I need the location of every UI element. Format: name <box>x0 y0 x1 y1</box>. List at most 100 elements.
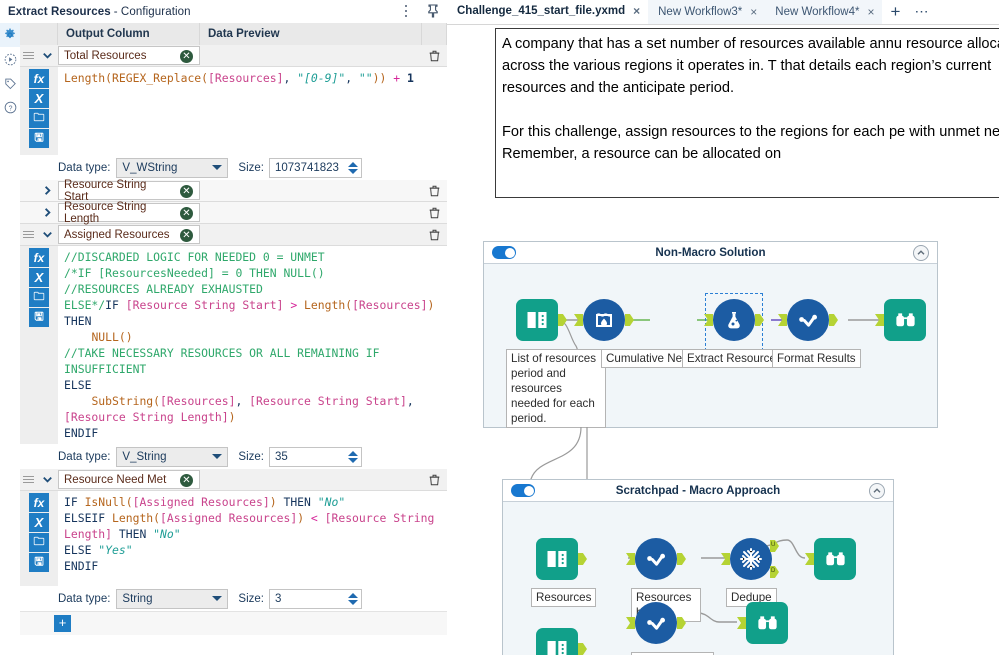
clear-field-icon[interactable]: ✕ <box>180 50 193 63</box>
tool-label-extract-resources[interactable]: Extract Resources <box>682 349 787 368</box>
tool-label-resources[interactable]: Resources <box>531 588 596 607</box>
drag-handle-icon[interactable] <box>20 469 36 491</box>
tool-container-non-macro[interactable]: Non-Macro Solution <box>483 241 938 428</box>
tool-node-region-period[interactable] <box>635 602 677 644</box>
vertical-dots-icon[interactable] <box>399 3 413 19</box>
data-type-select[interactable]: V_WString <box>116 158 228 178</box>
delete-field-icon[interactable] <box>421 45 447 67</box>
new-tab-button[interactable]: + <box>882 0 908 24</box>
tool-node-browse-top[interactable] <box>814 538 856 580</box>
expression-text[interactable]: IF IsNull([Assigned Resources]) THEN "No… <box>58 491 447 586</box>
size-stepper[interactable] <box>345 447 361 467</box>
size-stepper[interactable] <box>345 158 361 178</box>
size-stepper[interactable] <box>345 589 361 609</box>
x-variable-icon[interactable]: X <box>29 513 49 532</box>
expression-editor[interactable]: fxX🗀🖫 //DISCARDED LOGIC FOR NEEDED 0 = UN… <box>20 246 447 444</box>
select-icon <box>787 299 829 341</box>
delete-field-icon[interactable] <box>421 224 447 246</box>
expression-editor[interactable]: fxX🗀🖫 Length(REGEX_Replace([Resources], "… <box>20 67 447 155</box>
field-name-input[interactable]: Resource String Length✕ <box>58 203 200 222</box>
data-type-select[interactable]: V_String <box>116 447 228 467</box>
size-input[interactable]: 3 <box>269 589 362 609</box>
tool-node-format-results[interactable] <box>787 299 829 341</box>
expression-token: [Resource String Start] <box>249 394 407 408</box>
folder-open-icon[interactable]: 🗀 <box>29 109 49 128</box>
clear-field-icon[interactable]: ✕ <box>180 207 193 220</box>
more-tabs-button[interactable]: ⋯ <box>908 0 934 24</box>
field-row[interactable]: Total Resources✕ <box>20 45 447 67</box>
expression-token: ENDIF <box>64 426 98 440</box>
field-row[interactable]: Resource String Length✕ <box>20 202 447 224</box>
tool-node-resources-by-region[interactable] <box>635 538 677 580</box>
tool-node-extract-resources[interactable] <box>713 299 755 341</box>
workflow-tab-0[interactable]: Challenge_415_start_file.yxmd× <box>447 0 648 24</box>
tool-node-cumulative-need[interactable] <box>583 299 625 341</box>
delete-field-icon[interactable] <box>421 202 447 224</box>
pin-icon[interactable] <box>425 3 441 19</box>
clear-field-icon[interactable]: ✕ <box>180 229 193 242</box>
workflow-tab-2[interactable]: New Workflow4*× <box>765 0 882 24</box>
drag-handle-icon[interactable] <box>20 45 36 67</box>
delete-field-icon[interactable] <box>421 180 447 202</box>
chevron-down-icon[interactable] <box>36 469 58 491</box>
tool-node-resources-input[interactable] <box>536 538 578 580</box>
chevron-down-icon[interactable] <box>36 224 58 246</box>
tool-container-scratchpad[interactable]: Scratchpad - Macro Approach <box>502 479 894 655</box>
tool-node-browse-bottom[interactable] <box>746 602 788 644</box>
field-row[interactable]: Assigned Resources✕ <box>20 224 447 246</box>
expression-token: THEN <box>277 495 318 509</box>
workflow-canvas[interactable]: A company that has a set number of resou… <box>447 25 999 655</box>
expression-text[interactable]: //DISCARDED LOGIC FOR NEEDED 0 = UNMET/*… <box>58 246 447 444</box>
drag-handle-icon[interactable] <box>20 224 36 246</box>
tool-node-region-input[interactable] <box>536 628 578 655</box>
field-row[interactable]: Resource String Start✕ <box>20 180 447 202</box>
tool-label-format-results[interactable]: Format Results <box>772 349 861 368</box>
tool-node-browse[interactable] <box>884 299 926 341</box>
close-icon[interactable]: × <box>750 5 757 19</box>
add-field-button[interactable]: + <box>54 615 71 632</box>
x-variable-icon[interactable]: X <box>29 268 49 287</box>
expression-line: //DISCARDED LOGIC FOR NEEDED 0 = UNMET <box>64 249 443 265</box>
runtime-icon[interactable] <box>0 47 20 71</box>
folder-open-icon[interactable]: 🗀 <box>29 288 49 307</box>
data-type-select[interactable]: String <box>116 589 228 609</box>
save-disk-icon[interactable]: 🖫 <box>29 553 49 572</box>
field-row[interactable]: Resource Need Met✕ <box>20 469 447 491</box>
fx-icon[interactable]: fx <box>29 69 49 88</box>
expression-token: THEN <box>64 314 91 328</box>
field-name-input[interactable]: Resource Need Met✕ <box>58 470 200 489</box>
field-name-input[interactable]: Assigned Resources✕ <box>58 225 200 244</box>
close-icon[interactable]: × <box>633 4 640 18</box>
fx-icon[interactable]: fx <box>29 248 49 267</box>
save-disk-icon[interactable]: 🖫 <box>29 129 49 148</box>
gear-icon[interactable] <box>0 23 20 47</box>
tool-node-dedupe[interactable]: U D <box>730 538 772 580</box>
expression-token: SubString( <box>91 394 160 408</box>
close-icon[interactable]: × <box>867 5 874 19</box>
field-type-row: Data type:V_StringSize:35 <box>20 444 447 469</box>
canvas-comment-box[interactable]: A company that has a set number of resou… <box>495 28 999 198</box>
size-input[interactable]: 35 <box>269 447 362 467</box>
annotation-tag-icon[interactable] <box>0 71 20 95</box>
size-input[interactable]: 1073741823 <box>269 158 362 178</box>
field-name-input[interactable]: Total Resources✕ <box>58 46 200 65</box>
workflow-tab-1[interactable]: New Workflow3*× <box>648 0 765 24</box>
clear-field-icon[interactable]: ✕ <box>180 185 193 198</box>
expression-text[interactable]: Length(REGEX_Replace([Resources], "[0-9]… <box>58 67 447 155</box>
field-name-input[interactable]: Resource String Start✕ <box>58 181 200 200</box>
x-variable-icon[interactable]: X <box>29 89 49 108</box>
chevron-down-icon[interactable] <box>36 45 58 67</box>
expression-token: 1 <box>407 71 414 85</box>
expression-line: ELSE <box>64 377 443 393</box>
chevron-right-icon[interactable] <box>36 202 58 224</box>
clear-field-icon[interactable]: ✕ <box>180 474 193 487</box>
expression-editor[interactable]: fxX🗀🖫 IF IsNull([Assigned Resources]) THE… <box>20 491 447 586</box>
delete-field-icon[interactable] <box>421 469 447 491</box>
folder-open-icon[interactable]: 🗀 <box>29 533 49 552</box>
expression-token: [Assigned Resources] <box>133 495 270 509</box>
save-disk-icon[interactable]: 🖫 <box>29 308 49 327</box>
help-icon[interactable]: ? <box>0 95 20 119</box>
chevron-right-icon[interactable] <box>36 180 58 202</box>
fx-icon[interactable]: fx <box>29 493 49 512</box>
tool-node-input-data[interactable] <box>516 299 558 341</box>
